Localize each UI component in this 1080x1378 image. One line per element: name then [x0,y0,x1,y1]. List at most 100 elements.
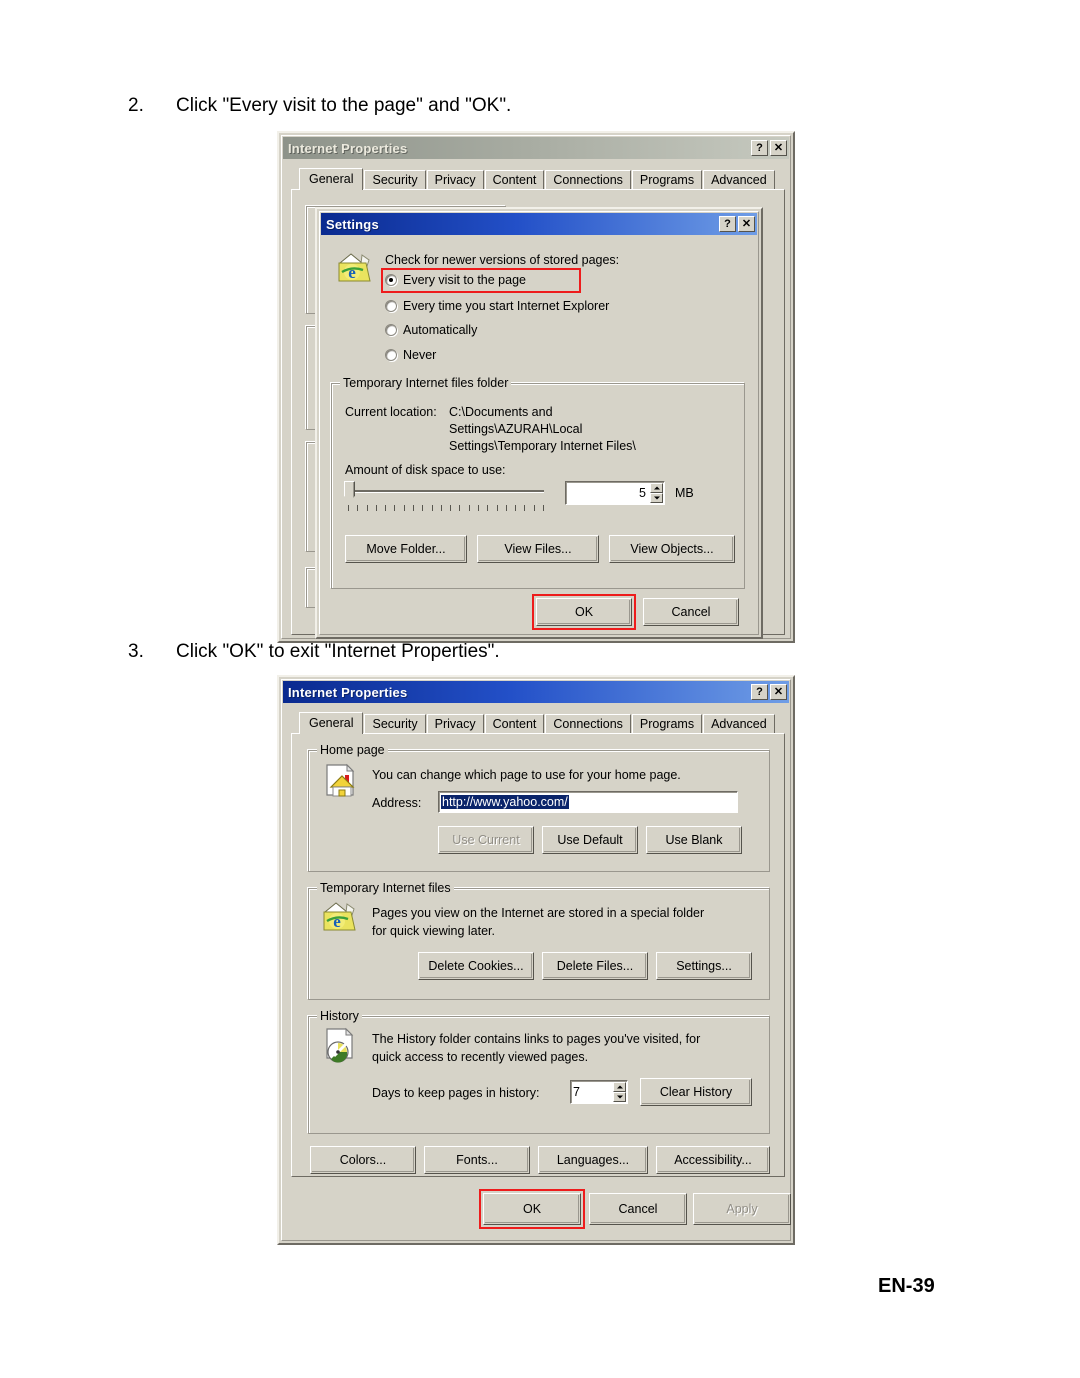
slider-thumb[interactable] [344,481,355,502]
delete-files-button[interactable]: Delete Files... [542,952,648,980]
tab-advanced[interactable]: Advanced [703,170,775,190]
tab-content[interactable]: Content [484,170,545,190]
current-location-line-3: Settings\Temporary Internet Files\ [449,439,636,453]
home-page-description: You can change which page to use for you… [372,768,681,782]
accessibility-button[interactable]: Accessibility... [656,1146,770,1174]
move-folder-button[interactable]: Move Folder... [345,535,467,563]
help-icon[interactable]: ? [719,216,736,232]
group-legend: History [317,1009,362,1023]
disk-space-spinner[interactable] [650,483,663,503]
tab-general[interactable]: General [299,168,364,190]
dialog-1-titlebar[interactable]: Internet Properties ? ✕ [283,137,789,159]
internet-explorer-folder-icon: e [337,251,377,285]
radio-indicator [385,274,397,286]
settings-cancel-button[interactable]: Cancel [643,598,739,626]
tab-content[interactable]: Content [484,714,545,734]
group-legend: Temporary Internet files [317,881,454,895]
radio-every-visit[interactable]: Every visit to the page [385,273,526,287]
tab-security[interactable]: Security [364,714,426,734]
radio-never[interactable]: Never [385,348,436,362]
disk-space-label: Amount of disk space to use: [345,463,506,477]
spinner-up-icon[interactable] [650,483,663,493]
button-label: Apply [726,1202,758,1216]
current-location-label: Current location: [345,405,437,419]
disk-space-input[interactable]: 5 [565,481,665,505]
help-icon[interactable]: ? [751,140,768,156]
temp-files-description-line-1: Pages you view on the Internet are store… [372,906,705,920]
group-legend: Temporary Internet files folder [340,376,512,390]
dialog-2-tabstrip: General Security Privacy Content Connect… [299,712,776,734]
group-legend: Home page [317,743,388,757]
home-page-address-input[interactable]: http://www.yahoo.com/ [438,791,738,813]
address-value: http://www.yahoo.com/ [441,795,569,809]
button-label: Use Default [557,833,623,847]
tab-general[interactable]: General [299,712,364,734]
button-label: Use Blank [665,833,723,847]
dialog-2-apply-button[interactable]: Apply [693,1193,791,1225]
history-description-line-1: The History folder contains links to pag… [372,1032,701,1046]
internet-properties-dialog-2: Internet Properties ? ✕ General Security… [277,675,795,1245]
close-icon[interactable]: ✕ [770,140,787,156]
tab-connections[interactable]: Connections [545,170,631,190]
radio-label: Never [403,348,437,362]
days-value: 7 [573,1085,580,1099]
days-to-keep-input[interactable]: 7 [570,1080,628,1104]
button-label: Cancel [618,1202,658,1216]
settings-button[interactable]: Settings... [656,952,752,980]
button-label: Cancel [671,605,711,619]
view-files-button[interactable]: View Files... [477,535,599,563]
button-label: Settings... [676,959,732,973]
tab-advanced[interactable]: Advanced [703,714,775,734]
button-label: Languages... [556,1153,630,1167]
button-label: Use Current [452,833,520,847]
svg-text:e: e [333,912,341,931]
disk-space-value: 5 [639,486,646,500]
dialog-2-titlebar[interactable]: Internet Properties ? ✕ [283,681,789,703]
svg-text:e: e [348,263,356,282]
dialog-2-ok-button[interactable]: OK [483,1193,581,1225]
tab-privacy[interactable]: Privacy [426,714,484,734]
tab-connections[interactable]: Connections [545,714,631,734]
clear-history-button[interactable]: Clear History [640,1078,752,1106]
colors-button[interactable]: Colors... [310,1146,416,1174]
dialog-1-tabstrip: General Security Privacy Content Connect… [299,168,776,190]
settings-title: Settings [326,216,379,232]
use-default-button[interactable]: Use Default [542,826,638,854]
internet-explorer-folder-icon: e [322,900,362,934]
current-location-line-2: Settings\AZURAH\Local [449,422,583,436]
settings-ok-button[interactable]: OK [536,598,632,626]
fonts-button[interactable]: Fonts... [424,1146,530,1174]
radio-label: Automatically [403,323,478,337]
radio-label: Every visit to the page [403,273,526,287]
delete-cookies-button[interactable]: Delete Cookies... [418,952,534,980]
tab-programs[interactable]: Programs [631,714,703,734]
step-2-text: Click "Every visit to the page" and "OK"… [176,95,512,116]
dialog-2-cancel-button[interactable]: Cancel [589,1193,687,1225]
view-objects-button[interactable]: View Objects... [609,535,735,563]
disk-space-slider[interactable] [344,481,549,515]
days-spinner[interactable] [613,1082,626,1102]
spinner-down-icon[interactable] [650,493,663,503]
step-3-text: Click "OK" to exit "Internet Properties"… [176,641,500,662]
tab-programs[interactable]: Programs [631,170,703,190]
use-current-button[interactable]: Use Current [438,826,534,854]
radio-automatically[interactable]: Automatically [385,323,477,337]
slider-ticks [348,505,544,511]
radio-every-time-start-ie[interactable]: Every time you start Internet Explorer [385,299,609,313]
spinner-down-icon[interactable] [613,1092,626,1102]
languages-button[interactable]: Languages... [538,1146,648,1174]
current-location-line-1: C:\Documents and [449,405,553,419]
use-blank-button[interactable]: Use Blank [646,826,742,854]
tab-security[interactable]: Security [364,170,426,190]
close-icon[interactable]: ✕ [770,684,787,700]
home-page-icon [322,762,360,800]
spinner-up-icon[interactable] [613,1082,626,1092]
settings-dialog: Settings ? ✕ e Check for newer versions … [315,207,763,639]
help-icon[interactable]: ? [751,684,768,700]
button-label: Delete Files... [556,959,634,973]
tab-privacy[interactable]: Privacy [426,170,484,190]
step-3-number: 3. [128,641,144,662]
button-label: Fonts... [456,1153,498,1167]
settings-titlebar[interactable]: Settings ? ✕ [321,213,757,235]
close-icon[interactable]: ✕ [738,216,755,232]
